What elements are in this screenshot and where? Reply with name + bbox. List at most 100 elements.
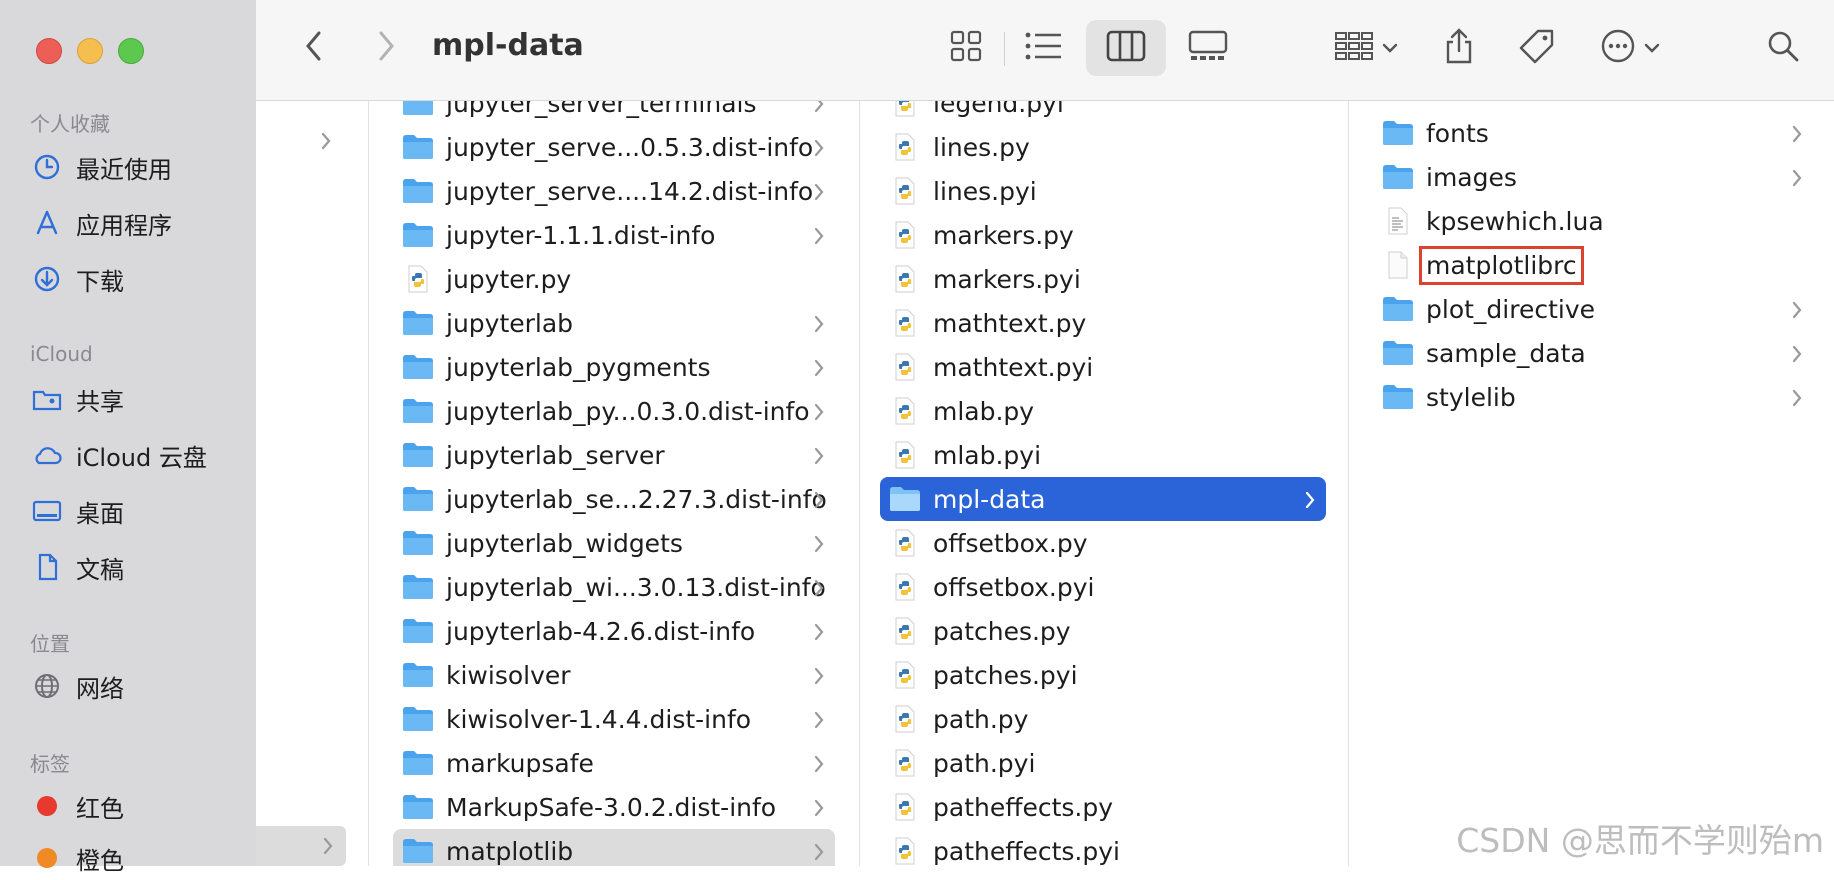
download-icon [30,262,64,296]
file-row[interactable]: mlab.pyi [880,433,1326,477]
file-row[interactable]: patheffects.pyi [880,829,1326,866]
file-row[interactable]: jupyter_server_terminals [393,101,835,125]
file-icon [1381,248,1415,282]
file-name: MarkupSafe-3.0.2.dist-info [446,792,777,822]
sidebar-item-network[interactable]: 网络 [30,664,256,708]
python-file-icon [888,130,922,164]
sidebar-item-shared[interactable]: 共享 [30,377,256,421]
sidebar-item-desktop[interactable]: 桌面 [30,489,256,533]
file-row[interactable]: jupyterlab_server [393,433,835,477]
sidebar-item-applications[interactable]: 应用程序 [30,201,256,245]
file-row[interactable]: mpl-data [880,477,1326,521]
file-row[interactable]: matplotlibrc [1373,243,1813,287]
forward-button[interactable] [368,28,404,68]
chevron-right-icon [813,531,825,560]
chevron-right-icon [1791,165,1803,194]
file-row[interactable]: jupyterlab_widgets [393,521,835,565]
file-row[interactable]: kiwisolver-1.4.4.dist-info [393,697,835,741]
tag-button[interactable] [1512,28,1562,68]
chevron-right-icon [1791,341,1803,370]
file-row[interactable]: jupyterlab-4.2.6.dist-info [393,609,835,653]
minimize-window-button[interactable] [77,38,103,64]
file-row[interactable]: patheffects.py [880,785,1326,829]
file-name: jupyter_server_terminals [446,101,757,118]
file-row[interactable]: mathtext.py [880,301,1326,345]
close-window-button[interactable] [36,38,62,64]
gallery-icon [1188,30,1228,66]
file-row[interactable]: kpsewhich.lua [1373,199,1813,243]
file-row[interactable]: jupyter_serve...0.5.3.dist-info [393,125,835,169]
file-name: plot_directive [1426,294,1596,324]
folder-icon [401,174,435,208]
toolbar-divider [1004,32,1005,66]
actions-button[interactable] [1592,28,1668,68]
file-row[interactable]: sample_data [1373,331,1813,375]
icon-view-button[interactable] [936,28,996,68]
file-row[interactable]: stylelib [1373,375,1813,419]
sidebar-item-icloud-drive[interactable]: iCloud 云盘 [30,433,256,477]
file-row[interactable]: patches.py [880,609,1326,653]
file-row[interactable]: offsetbox.py [880,521,1326,565]
tag-icon [1518,27,1556,69]
file-name: jupyterlab-4.2.6.dist-info [446,616,756,646]
file-row[interactable]: jupyterlab_py...0.3.0.dist-info [393,389,835,433]
file-name: mlab.py [933,396,1035,426]
folder-icon [401,834,435,866]
group-by-button[interactable] [1328,28,1404,68]
python-file-icon [888,658,922,692]
file-row[interactable]: images [1373,155,1813,199]
file-row[interactable]: plot_directive [1373,287,1813,331]
file-row[interactable]: mlab.py [880,389,1326,433]
file-row[interactable]: fonts [1373,111,1813,155]
sidebar-item-tag-orange[interactable]: 橙色 [30,836,256,880]
file-name: legend.pyi [933,101,1064,118]
file-name: sample_data [1426,338,1586,368]
file-row[interactable]: jupyter_serve....14.2.dist-info [393,169,835,213]
list-view-button[interactable] [1014,28,1074,68]
file-row[interactable]: markers.py [880,213,1326,257]
file-row[interactable]: markers.pyi [880,257,1326,301]
file-row[interactable]: jupyterlab_pygments [393,345,835,389]
file-row[interactable]: jupyterlab_wi...3.0.13.dist-info [393,565,835,609]
sidebar-item-tag-red[interactable]: 红色 [30,784,256,828]
file-name: stylelib [1426,382,1516,412]
file-row[interactable]: patches.pyi [880,653,1326,697]
file-row[interactable]: legend.pyi [880,101,1326,125]
file-name: markupsafe [446,748,594,778]
file-row[interactable]: path.py [880,697,1326,741]
file-row[interactable]: lines.py [880,125,1326,169]
file-name: patheffects.pyi [933,836,1120,866]
sidebar-item-recents[interactable]: 最近使用 [30,145,256,189]
folder-icon [1381,380,1415,414]
sidebar-item-downloads[interactable]: 下载 [30,257,256,301]
zoom-window-button[interactable] [118,38,144,64]
file-row[interactable]: mathtext.pyi [880,345,1326,389]
document-icon [30,550,64,584]
column-0-path-row[interactable] [256,826,346,866]
folder-icon [401,482,435,516]
file-name-highlighted: matplotlibrc [1419,245,1584,285]
file-row[interactable]: matplotlib [393,829,835,866]
file-row[interactable]: kiwisolver [393,653,835,697]
file-name: jupyter.py [446,264,572,294]
file-row[interactable]: jupyter-1.1.1.dist-info [393,213,835,257]
file-row[interactable]: MarkupSafe-3.0.2.dist-info [393,785,835,829]
file-row[interactable]: path.pyi [880,741,1326,785]
file-name: kpsewhich.lua [1426,206,1604,236]
file-row[interactable]: offsetbox.pyi [880,565,1326,609]
file-row[interactable]: markupsafe [393,741,835,785]
file-row[interactable]: lines.pyi [880,169,1326,213]
back-button[interactable] [296,28,332,68]
file-row[interactable]: jupyter.py [393,257,835,301]
chevron-right-icon [813,795,825,824]
file-row[interactable]: jupyterlab [393,301,835,345]
share-button[interactable] [1434,28,1484,68]
search-button[interactable] [1758,28,1808,68]
chevron-right-icon [320,131,332,155]
column-view-button[interactable] [1086,20,1166,76]
file-row[interactable]: jupyterlab_se...2.27.3.dist-info [393,477,835,521]
sidebar-item-documents[interactable]: 文稿 [30,545,256,589]
gallery-view-button[interactable] [1178,28,1238,68]
chevron-right-icon [813,487,825,516]
columns-icon [1106,30,1146,66]
